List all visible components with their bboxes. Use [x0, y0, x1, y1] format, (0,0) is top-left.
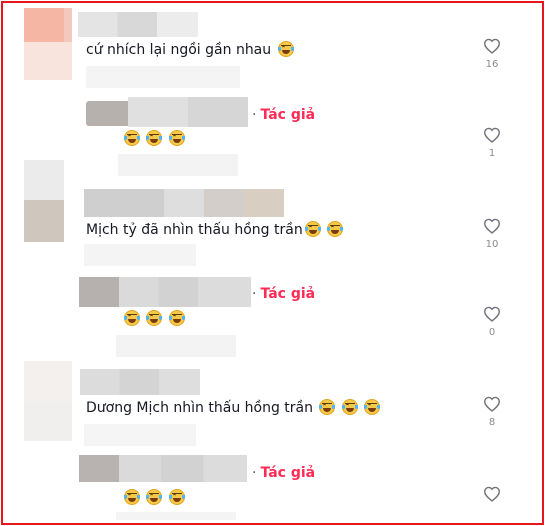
heart-icon: [483, 486, 501, 502]
reply-avatar[interactable]: [86, 101, 128, 126]
comment-body: Mịch tỷ đã nhìn thấu hồng trần: [86, 222, 303, 238]
laughing-tears-emoji-icon: [341, 399, 358, 415]
laughing-tears-emoji-icon: [364, 399, 381, 415]
username-blurred[interactable]: [128, 97, 248, 127]
username-blurred[interactable]: [119, 455, 247, 482]
laughing-tears-emoji-icon: [277, 41, 294, 57]
like-count: 8: [488, 417, 496, 428]
laughing-tears-emoji-icon: [124, 130, 140, 146]
like-count: 1: [488, 148, 496, 159]
like-count: 10: [485, 239, 499, 250]
laughing-tears-emoji-icon: [146, 130, 163, 146]
laughing-tears-emoji-icon: [146, 489, 163, 505]
username-blurred[interactable]: [78, 12, 198, 37]
author-badge: · Tác giả: [252, 465, 316, 481]
laughing-tears-emoji-icon: [327, 221, 344, 237]
avatar[interactable]: [24, 361, 72, 441]
laughing-tears-emoji-icon: [146, 310, 163, 326]
comment-meta-blurred: [84, 244, 196, 266]
reply-avatar[interactable]: [79, 277, 119, 307]
username-blurred[interactable]: [119, 277, 251, 307]
comment-meta-blurred: [116, 335, 236, 357]
like-button[interactable]: 16: [478, 38, 506, 70]
like-button[interactable]: 0: [478, 306, 506, 338]
like-button[interactable]: 1: [478, 127, 506, 159]
comment-meta-blurred: [118, 154, 238, 176]
comment-meta-blurred: [86, 66, 240, 88]
laughing-tears-emoji-icon: [304, 221, 321, 237]
reply-avatar[interactable]: [79, 455, 119, 482]
comment-text: Mịch tỷ đã nhìn thấu hồng trần: [86, 221, 344, 239]
like-count: 16: [485, 59, 499, 70]
laughing-tears-emoji-icon: [124, 489, 140, 505]
username-blurred[interactable]: [80, 369, 200, 395]
author-badge: · Tác giả: [252, 286, 316, 302]
comment-body: Dương Mịch nhìn thấu hồng trần: [86, 400, 313, 416]
comment-text: Dương Mịch nhìn thấu hồng trần: [86, 399, 381, 417]
heart-icon: [483, 38, 501, 54]
laughing-tears-emoji-icon: [124, 310, 140, 326]
reply-emojis: [122, 310, 185, 328]
heart-icon: [483, 127, 501, 143]
comment-meta-blurred: [116, 512, 236, 520]
author-badge-label: Tác giả: [260, 465, 316, 481]
like-count: 0: [488, 327, 496, 338]
like-button[interactable]: [478, 486, 506, 507]
comment-meta-blurred: [84, 424, 196, 446]
laughing-tears-emoji-icon: [319, 399, 336, 415]
author-badge: · Tác giả: [252, 107, 316, 123]
heart-icon: [483, 218, 501, 234]
screenshot-border: [1, 1, 544, 525]
laughing-tears-emoji-icon: [168, 489, 185, 505]
avatar[interactable]: [24, 8, 72, 80]
comment-body: cứ nhích lại ngồi gần nhau: [86, 42, 272, 58]
username-blurred[interactable]: [84, 189, 284, 217]
heart-icon: [483, 396, 501, 412]
like-button[interactable]: 10: [478, 218, 506, 250]
laughing-tears-emoji-icon: [168, 310, 185, 326]
avatar[interactable]: [24, 160, 64, 242]
author-badge-label: Tác giả: [260, 107, 316, 123]
author-badge-label: Tác giả: [260, 286, 316, 302]
reply-emojis: [122, 130, 185, 148]
laughing-tears-emoji-icon: [168, 130, 185, 146]
heart-icon: [483, 306, 501, 322]
reply-emojis: [122, 489, 185, 507]
comment-text: cứ nhích lại ngồi gần nhau: [86, 41, 294, 59]
like-button[interactable]: 8: [478, 396, 506, 428]
